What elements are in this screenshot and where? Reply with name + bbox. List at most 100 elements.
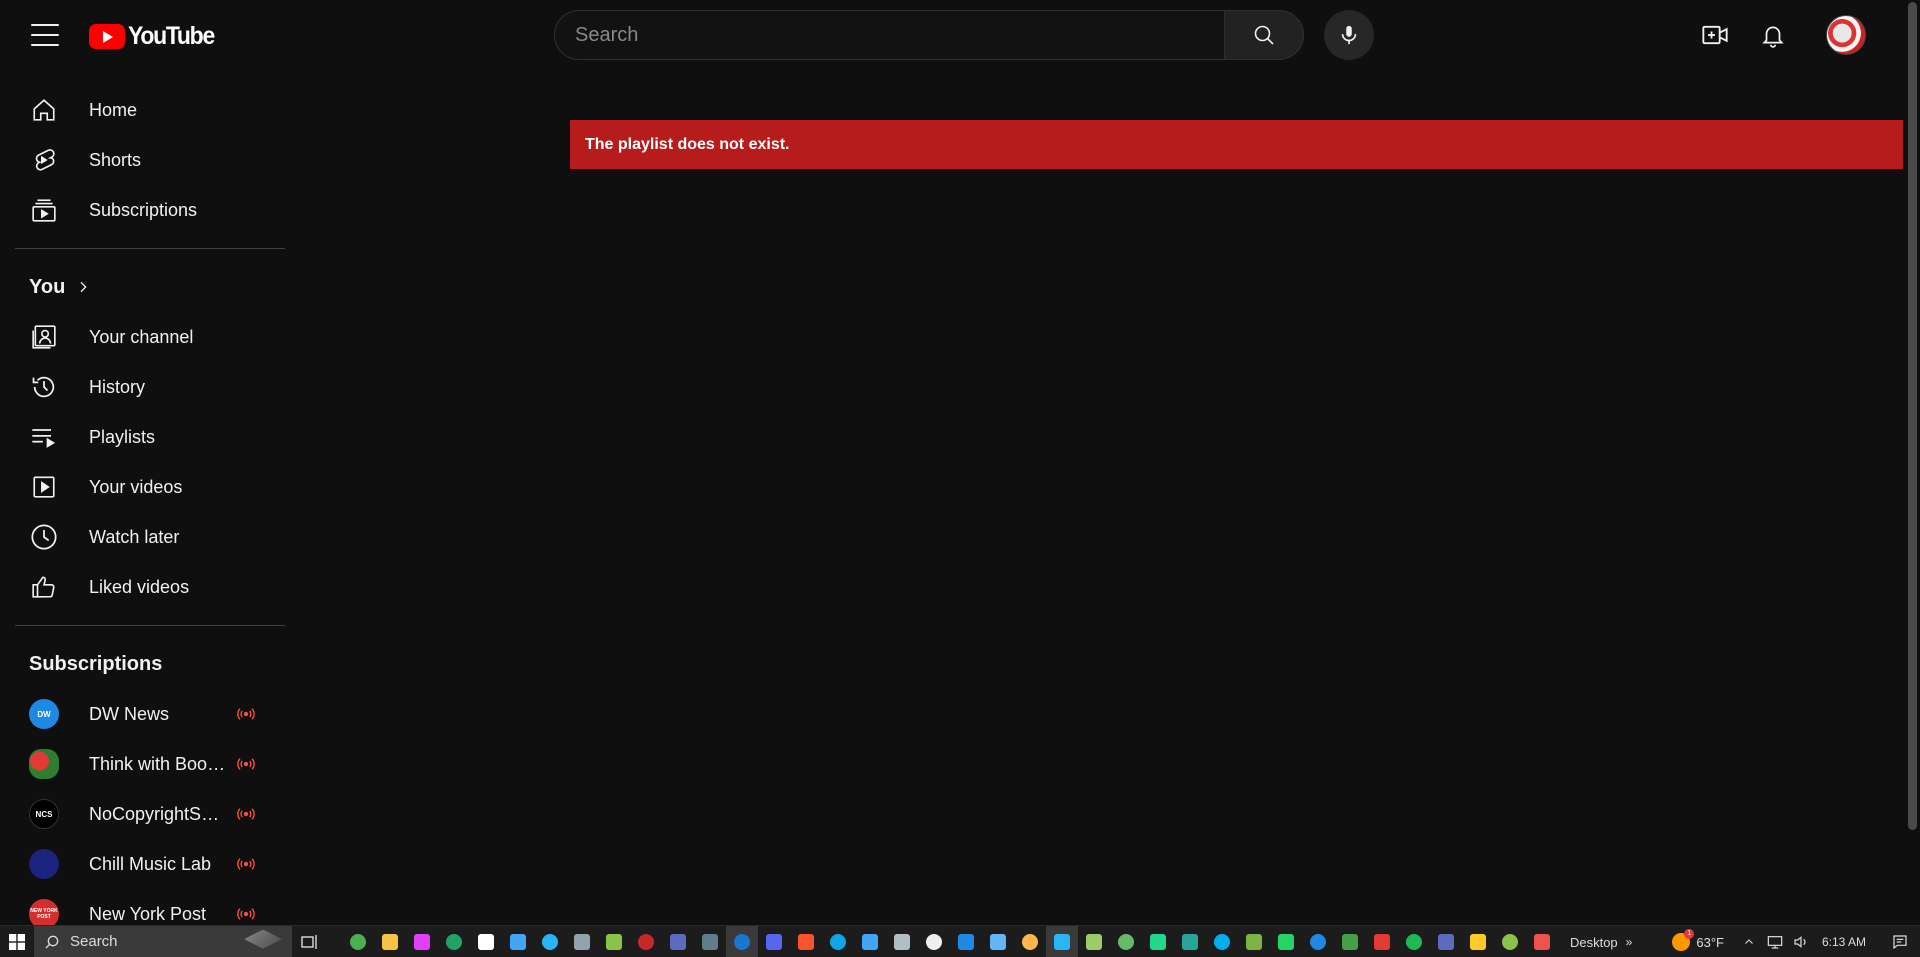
taskbar-app-app-paint[interactable] — [1462, 926, 1494, 957]
taskbar-app-app-w[interactable] — [1430, 926, 1462, 957]
chrome-alt-icon — [606, 933, 622, 950]
taskbar-app-app-photo[interactable] — [1014, 926, 1046, 957]
taskbar-app-pycharm[interactable] — [1142, 926, 1174, 957]
create-video-icon — [1702, 25, 1728, 45]
taskbar-app-app-blue-doc[interactable] — [1302, 926, 1334, 957]
taskbar-app-telegram[interactable] — [1046, 925, 1078, 957]
account-avatar[interactable] — [1826, 15, 1866, 55]
system-tray: Desktop » 1 63°F 6:13 AM — [1570, 926, 1920, 957]
page-scrollbar[interactable] — [1905, 0, 1920, 925]
volume-button[interactable] — [1788, 926, 1814, 957]
sidebar-item-your-channel[interactable]: Your channel — [0, 312, 289, 362]
taskbar-app-typora[interactable] — [726, 925, 758, 957]
taskbar-app-itunes[interactable] — [406, 926, 438, 957]
youtube-logo[interactable]: YouTube — [89, 22, 221, 51]
playlists-icon — [29, 422, 59, 452]
weather-widget[interactable]: 1 63°F — [1672, 929, 1724, 951]
network-button[interactable] — [1762, 926, 1788, 957]
taskbar-app-app-gear[interactable] — [918, 926, 950, 957]
taskbar-app-remote-desktop[interactable] — [854, 926, 886, 957]
taskbar-app-app-y[interactable] — [502, 926, 534, 957]
search-button[interactable] — [1224, 10, 1304, 60]
sidebar-item-watch-later[interactable]: Watch later — [0, 512, 289, 562]
desktop-toolbar-label[interactable]: Desktop — [1570, 935, 1618, 950]
app-blue-doc-icon — [1310, 933, 1326, 950]
sidebar-item-your-videos[interactable]: Your videos — [0, 462, 289, 512]
taskbar-app-app-red-check[interactable] — [1366, 926, 1398, 957]
media-player-icon — [670, 933, 686, 950]
taskbar-app-app-screen[interactable] — [982, 926, 1014, 957]
sidebar-item-liked-videos[interactable]: Liked videos — [0, 562, 289, 612]
chevron-up-icon — [1745, 939, 1753, 944]
taskbar-app-app-dark-circle[interactable] — [566, 926, 598, 957]
action-center-button[interactable] — [1880, 926, 1920, 957]
taskbar-app-skype[interactable] — [1206, 926, 1238, 957]
search-input[interactable] — [554, 10, 1224, 60]
taskbar-app-brave[interactable] — [790, 926, 822, 957]
taskbar-app-app-red-box[interactable] — [1526, 926, 1558, 957]
sidebar-item-playlists[interactable]: Playlists — [0, 412, 289, 462]
app-paint-icon — [1470, 933, 1486, 950]
taskbar-app-chrome[interactable] — [342, 926, 374, 957]
taskbar-app-spotify[interactable] — [1398, 926, 1430, 957]
create-button[interactable] — [1693, 13, 1737, 57]
chrome-icon — [350, 933, 366, 950]
toolbar-expand-icon[interactable]: » — [1626, 935, 1633, 949]
taskbar-clock[interactable]: 6:13 AM — [1822, 935, 1866, 949]
live-icon — [235, 758, 257, 770]
weather-temperature: 63°F — [1696, 934, 1724, 950]
task-view-button[interactable] — [292, 926, 328, 957]
taskbar-app-app-wave[interactable] — [630, 926, 662, 957]
taskbar-app-calculator[interactable] — [694, 926, 726, 957]
sidebar-item-history[interactable]: History — [0, 362, 289, 412]
sidebar-item-subscriptions[interactable]: Subscriptions — [0, 185, 289, 235]
taskbar-app-discord[interactable] — [758, 926, 790, 957]
taskbar-app-edge[interactable] — [822, 926, 854, 957]
subscription-item[interactable]: Think with Book... — [0, 739, 289, 789]
subscription-item[interactable]: Chill Music Lab — [0, 839, 289, 889]
menu-icon[interactable] — [28, 22, 62, 48]
search-bar — [554, 10, 1304, 60]
tray-overflow-button[interactable] — [1736, 926, 1762, 957]
taskbar-app-media-player[interactable] — [662, 926, 694, 957]
windows-start-button[interactable] — [0, 926, 34, 957]
scrollbar-thumb[interactable] — [1908, 2, 1917, 830]
speaker-icon — [1794, 936, 1806, 948]
sidebar-divider — [15, 248, 285, 249]
subscription-item[interactable]: NCS NoCopyrightSou... — [0, 789, 289, 839]
taskbar-app-app-green-3[interactable] — [1494, 926, 1526, 957]
sidebar-you-heading[interactable]: You — [0, 262, 289, 312]
channel-icon — [29, 322, 59, 352]
taskbar-app-app-laptop[interactable] — [886, 926, 918, 957]
app-gear-icon — [926, 933, 942, 950]
sidebar-divider — [15, 625, 285, 626]
sidebar: Home Shorts Subscriptions You Your chann… — [0, 70, 289, 925]
taskbar-app-tradingview[interactable] — [470, 926, 502, 957]
taskbar-search[interactable]: Search — [34, 925, 292, 957]
subscription-item[interactable]: DW DW News — [0, 689, 289, 739]
notifications-button[interactable] — [1751, 13, 1795, 57]
microphone-icon — [1341, 25, 1357, 45]
sidebar-item-shorts[interactable]: Shorts — [0, 135, 289, 185]
weather-sun-icon: 1 — [1672, 929, 1695, 951]
sidebar-item-home[interactable]: Home — [0, 85, 289, 135]
taskbar-app-excel[interactable] — [438, 926, 470, 957]
channel-avatar: NCS — [29, 799, 59, 829]
subscription-item[interactable]: NEW YORK POST New York Post — [0, 889, 289, 925]
live-icon — [235, 858, 257, 870]
taskbar-app-app-teal[interactable] — [1174, 926, 1206, 957]
app-k-icon — [958, 933, 974, 950]
taskbar-app-app-z[interactable] — [534, 926, 566, 957]
taskbar-app-whatsapp[interactable] — [1270, 926, 1302, 957]
taskbar-app-app-k[interactable] — [950, 926, 982, 957]
taskbar-app-app-green-1[interactable] — [1078, 926, 1110, 957]
taskbar-app-app-green-2[interactable] — [1110, 926, 1142, 957]
voice-search-button[interactable] — [1324, 10, 1374, 60]
taskbar-app-app-green-doc[interactable] — [1334, 926, 1366, 957]
taskbar-app-chrome-alt[interactable] — [598, 926, 630, 957]
brave-icon — [798, 933, 814, 950]
subscriptions-icon — [29, 195, 59, 225]
taskbar-app-file-explorer[interactable] — [374, 926, 406, 957]
app-photo-icon — [1022, 933, 1038, 950]
taskbar-app-app-map[interactable] — [1238, 926, 1270, 957]
